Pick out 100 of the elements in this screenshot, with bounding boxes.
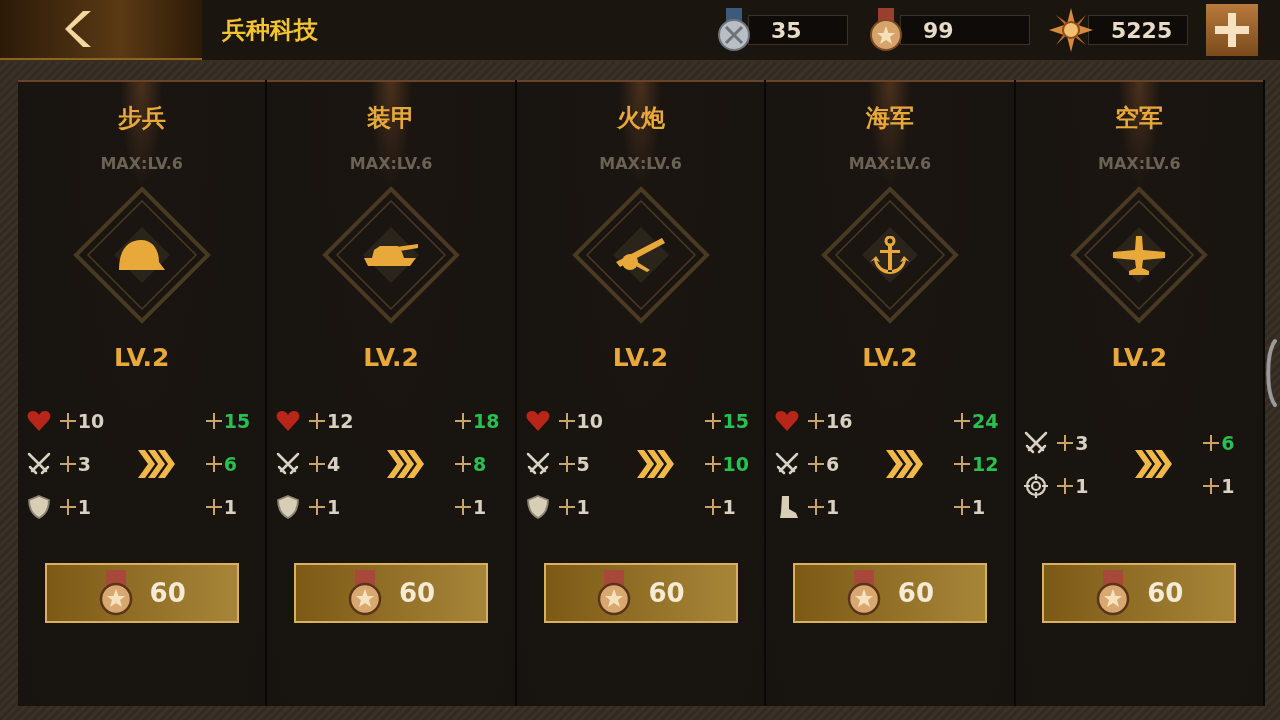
max-level: MAX:LV.6 bbox=[599, 154, 682, 173]
plus-icon bbox=[455, 413, 472, 429]
currency-amount: 5225 bbox=[1088, 15, 1188, 45]
cannon-icon bbox=[616, 238, 665, 272]
upgrade-chevron-icon bbox=[1133, 448, 1174, 480]
tank-icon bbox=[364, 244, 419, 266]
current-level: LV.2 bbox=[612, 343, 669, 372]
upgrade-chevron-icon bbox=[385, 448, 426, 480]
crossed-swords-icon bbox=[25, 451, 52, 477]
helmet-icon bbox=[118, 240, 165, 270]
plus-icon bbox=[59, 499, 76, 515]
next-value: 8 bbox=[473, 453, 487, 475]
max-level: MAX:LV.6 bbox=[100, 154, 183, 173]
next-value: 10 bbox=[722, 453, 749, 475]
next-value: 6 bbox=[223, 453, 237, 475]
next-value: 1 bbox=[971, 496, 986, 518]
branch-name: 空军 bbox=[1115, 103, 1164, 134]
crossed-swords-icon bbox=[524, 451, 551, 477]
next-value: 6 bbox=[1221, 431, 1235, 454]
next-value: 18 bbox=[473, 410, 500, 432]
plus-icon bbox=[455, 499, 472, 515]
next-value: 1 bbox=[473, 496, 487, 518]
plus-icon bbox=[309, 413, 326, 429]
next-value: 1 bbox=[722, 496, 736, 518]
medal-icon bbox=[97, 570, 134, 616]
current-value: 4 bbox=[327, 453, 341, 475]
current-level: LV.2 bbox=[862, 343, 918, 372]
current-value: 1 bbox=[327, 496, 341, 518]
plus-icon bbox=[309, 499, 326, 515]
current-level: LV.2 bbox=[363, 343, 419, 372]
branch-name: 火炮 bbox=[616, 103, 665, 134]
shield-icon bbox=[524, 494, 551, 520]
plus-icon bbox=[807, 413, 824, 429]
upgrade-button[interactable]: 60 bbox=[1042, 563, 1237, 623]
medal-icon bbox=[596, 570, 633, 616]
plus-icon bbox=[807, 456, 824, 472]
crossed-swords-icon bbox=[1023, 429, 1050, 456]
branch-name: 装甲 bbox=[367, 103, 416, 134]
medal-icon bbox=[1095, 570, 1132, 616]
current-value: 16 bbox=[825, 410, 853, 432]
plus-icon bbox=[558, 413, 575, 429]
next-value: 15 bbox=[223, 410, 251, 432]
plus-icon bbox=[1203, 477, 1220, 494]
plus-icon bbox=[1203, 434, 1220, 451]
plus-icon bbox=[953, 413, 970, 429]
current-value: 5 bbox=[576, 453, 590, 475]
medal-icon bbox=[347, 570, 383, 616]
crossed-swords-icon bbox=[773, 451, 800, 477]
next-value: 15 bbox=[722, 410, 749, 432]
plus-icon bbox=[205, 499, 222, 515]
current-value: 10 bbox=[576, 410, 603, 432]
currency-amount: 99 bbox=[900, 15, 1030, 45]
plus-icon bbox=[953, 499, 970, 515]
plus-icon bbox=[704, 413, 721, 429]
plus-icon bbox=[1057, 477, 1074, 494]
current-value: 6 bbox=[825, 453, 840, 475]
plus-icon bbox=[205, 413, 222, 429]
current-value: 10 bbox=[77, 410, 105, 432]
crosshair-icon bbox=[1023, 472, 1050, 499]
plus-icon bbox=[309, 456, 326, 472]
next-value: 1 bbox=[223, 496, 237, 518]
upgrade-button[interactable]: 60 bbox=[792, 563, 987, 623]
anchor-icon bbox=[869, 236, 910, 274]
upgrade-button[interactable]: 60 bbox=[44, 563, 239, 623]
next-value: 1 bbox=[1221, 474, 1235, 497]
max-level: MAX:LV.6 bbox=[848, 154, 932, 173]
back-button[interactable] bbox=[0, 0, 202, 60]
plus-icon bbox=[1057, 434, 1074, 451]
upgrade-button[interactable]: 60 bbox=[543, 563, 738, 623]
upgrade-chevron-icon bbox=[883, 448, 924, 480]
medal-icon bbox=[845, 570, 882, 616]
current-value: 3 bbox=[77, 453, 91, 475]
plus-icon bbox=[1215, 13, 1249, 47]
page-title: 兵种科技 bbox=[222, 15, 318, 46]
crossed-swords-icon bbox=[275, 451, 302, 477]
plus-icon bbox=[558, 456, 575, 472]
current-value: 1 bbox=[77, 496, 91, 518]
next-value: 24 bbox=[971, 410, 999, 432]
current-value: 1 bbox=[1075, 474, 1089, 497]
max-level: MAX:LV.6 bbox=[349, 154, 433, 173]
add-button[interactable] bbox=[1206, 4, 1258, 56]
branch-name: 海军 bbox=[865, 103, 914, 134]
branch-name: 步兵 bbox=[117, 103, 166, 134]
plus-icon bbox=[704, 456, 721, 472]
shield-icon bbox=[275, 494, 302, 520]
next-value: 12 bbox=[971, 453, 999, 475]
currency-amount: 35 bbox=[748, 15, 848, 45]
current-level: LV.2 bbox=[1111, 343, 1168, 372]
current-level: LV.2 bbox=[113, 343, 170, 372]
current-value: 1 bbox=[576, 496, 590, 518]
plus-icon bbox=[455, 456, 472, 472]
plus-icon bbox=[59, 413, 76, 429]
current-value: 1 bbox=[825, 496, 840, 518]
current-value: 12 bbox=[327, 410, 354, 432]
plus-icon bbox=[205, 456, 222, 472]
shield-icon bbox=[25, 494, 52, 520]
plus-icon bbox=[558, 499, 575, 515]
upgrade-chevron-icon bbox=[634, 448, 675, 480]
plane-icon bbox=[1113, 235, 1166, 275]
upgrade-button[interactable]: 60 bbox=[294, 563, 489, 623]
